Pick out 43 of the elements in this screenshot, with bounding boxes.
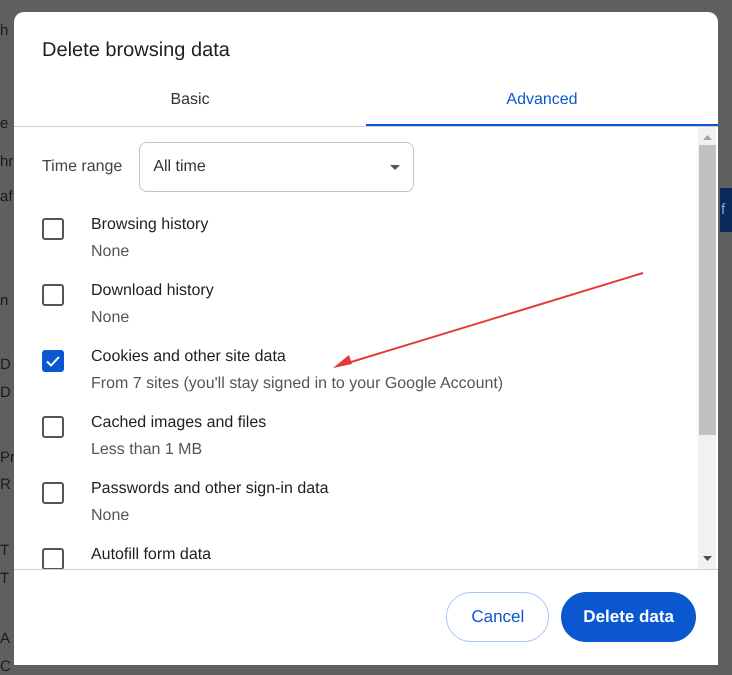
- option-label: Autofill form data: [91, 545, 212, 565]
- background-text: T: [0, 542, 10, 560]
- scrollbar-thumb[interactable]: [698, 145, 716, 435]
- background-text: Pr: [0, 449, 15, 467]
- background-text: C: [0, 658, 11, 675]
- background-text: D: [0, 384, 11, 402]
- checkbox[interactable]: [42, 350, 64, 372]
- option-label: Download history: [91, 281, 214, 301]
- option-label: Browsing history: [91, 215, 208, 235]
- option-label: Passwords and other sign-in data: [91, 479, 328, 499]
- background-text: n: [0, 292, 8, 310]
- checkbox[interactable]: [42, 284, 64, 306]
- option-detail: None: [91, 308, 130, 328]
- background-text: T: [0, 570, 10, 588]
- scroll-down-icon: [702, 556, 712, 561]
- checkbox[interactable]: [42, 482, 64, 504]
- checkbox[interactable]: [42, 218, 64, 240]
- time-range-label: Time range: [42, 157, 122, 177]
- checkmark-icon: [46, 356, 60, 366]
- scrollbar[interactable]: [698, 127, 716, 569]
- scroll-up-icon: [702, 135, 712, 140]
- option-detail: None: [91, 506, 130, 526]
- checkbox[interactable]: [42, 548, 64, 569]
- background-text: h: [0, 22, 8, 40]
- option-label: Cached images and files: [91, 413, 266, 433]
- cancel-button[interactable]: Cancel: [446, 592, 550, 642]
- background-text: D: [0, 356, 11, 374]
- delete-data-button[interactable]: Delete data: [561, 592, 696, 642]
- background-text: af: [0, 188, 13, 206]
- background-text: e: [0, 115, 8, 133]
- time-range-dropdown[interactable]: All time: [139, 142, 414, 192]
- tab[interactable]: Advanced: [366, 76, 718, 126]
- checkbox[interactable]: [42, 416, 64, 438]
- option-detail: Less than 1 MB: [91, 440, 204, 460]
- dropdown-arrow-icon: [390, 164, 400, 170]
- background-text: A: [0, 630, 10, 648]
- background-text: R: [0, 476, 11, 494]
- background-text: hr: [0, 153, 14, 171]
- option-detail: None: [91, 242, 130, 262]
- dialog-title: Delete browsing data: [41, 38, 231, 62]
- option-detail: From 7 sites (you'll stay signed in to your Google Account): [91, 374, 504, 394]
- tab[interactable]: Basic: [14, 76, 366, 126]
- option-label: Cookies and other site data: [91, 347, 287, 367]
